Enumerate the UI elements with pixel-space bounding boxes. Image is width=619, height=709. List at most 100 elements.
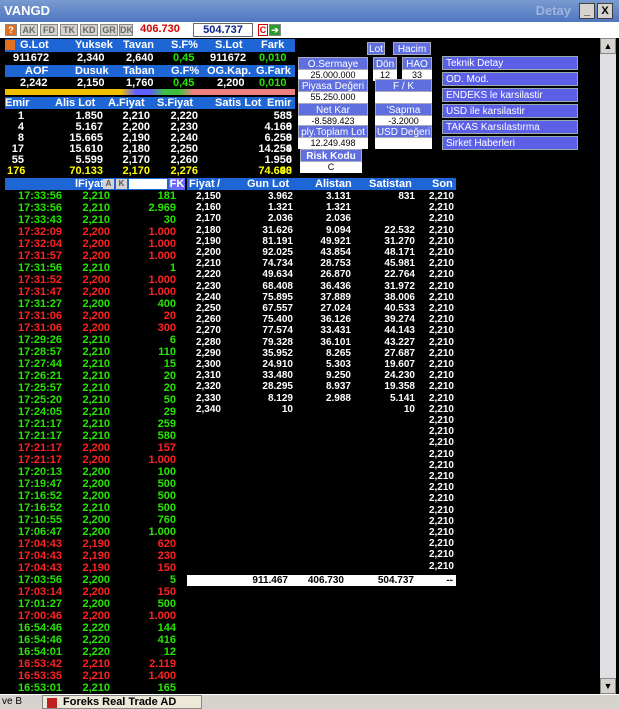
help-button[interactable]: ?	[5, 24, 17, 36]
sapma-label: 'Sapma	[375, 103, 432, 116]
menu-od-mod[interactable]: OD. Mod.	[442, 72, 578, 86]
depth-col-header: Emir	[5, 97, 30, 109]
scroll-down-icon[interactable]: ▼	[600, 678, 616, 694]
trade-lot: 50	[163, 394, 176, 406]
arrow-icon[interactable]: ➔	[269, 24, 281, 36]
trade-time: 17:00:46	[17, 610, 62, 622]
trade-row: 17:03:56 2,200 5	[6, 575, 180, 586]
c-button[interactable]: C	[258, 24, 268, 36]
dist-row: 2,210	[188, 437, 456, 448]
trade-lot: 110	[158, 346, 176, 358]
trade-time: 17:31:27	[17, 298, 62, 310]
menu-teknik-detay[interactable]: Teknik Detay	[442, 56, 578, 70]
piyasa-label: Piyasa Değeri	[298, 79, 368, 92]
tab-ak[interactable]: AK	[20, 24, 38, 36]
menu-endeks-karsilastir[interactable]: ENDEKS le karsilastir	[442, 88, 578, 102]
dist-row: 2,280 79.328 36.101 43.227 2,210	[188, 337, 456, 348]
tab-tk[interactable]: TK	[60, 24, 78, 36]
scroll-up-icon[interactable]: ▲	[600, 38, 616, 54]
trade-row: 17:26:21 2,210 20	[6, 371, 180, 382]
trade-time: 17:33:43	[17, 214, 62, 226]
dist-price: 2,150	[195, 191, 221, 202]
dist-satistan: 19.358	[384, 381, 415, 393]
dist-row: 2,230 68.408 36.436 31.972 2,210	[188, 281, 456, 292]
menu-sirket-haberleri[interactable]: Sirket Haberleri	[442, 136, 578, 150]
taskbar-app-button[interactable]: Foreks Real Trade AD	[42, 695, 202, 709]
dist-price: 2,290	[195, 347, 221, 359]
trade-time: 16:53:35	[17, 670, 62, 682]
window-title: VANGD	[4, 3, 50, 18]
trade-price: 2,210	[82, 370, 110, 382]
menu-takas-karsilastirma[interactable]: TAKAS Karsılastırma	[442, 120, 578, 134]
trade-lot: 230	[157, 550, 176, 562]
dist-price: 2,210	[195, 258, 221, 270]
dist-row: 2,160 1.321 1.321 2,210	[188, 202, 456, 213]
ply-toplam-label: ply.Toplam Lot	[298, 125, 368, 138]
tab-fd[interactable]: FD	[40, 24, 58, 36]
close-button[interactable]: X	[597, 3, 613, 19]
trade-time: 17:03:56	[17, 574, 62, 586]
trade-price: 2,210	[82, 334, 110, 346]
hacim-button[interactable]: Hacim	[393, 42, 431, 55]
dist-col-header[interactable]: Fiyat	[189, 178, 215, 190]
dist-col-header[interactable]: Gun Lot	[247, 178, 289, 190]
trade-time: 17:26:21	[17, 370, 62, 382]
summary-values-2: 2,242 2,150 1,760 0,45 2,200 0,010	[5, 77, 295, 89]
sort-k-button[interactable]: K	[116, 179, 127, 189]
sort-a-button[interactable]: A	[103, 179, 114, 189]
trade-price: 2,190	[82, 550, 110, 562]
trade-row: 17:28:57 2,210 110	[6, 347, 180, 358]
tab-dk[interactable]: DK	[119, 24, 133, 36]
dist-satistan: 19.607	[384, 359, 415, 370]
trade-lot: 259	[157, 418, 176, 430]
lot-button[interactable]: Lot	[367, 42, 385, 55]
taskbar-left-item[interactable]: ve B	[2, 696, 22, 707]
trade-row: 17:25:20 2,210 50	[6, 395, 180, 406]
menu-usd-karsilastir[interactable]: USD ile karsilastir	[442, 104, 578, 118]
trade-lot: 6	[169, 334, 176, 346]
trade-row: 17:19:47 2,200 500	[6, 479, 180, 490]
trade-price: 2,200	[82, 226, 110, 238]
tab-gr[interactable]: GR	[100, 24, 118, 36]
dist-row: 2,210	[188, 516, 456, 527]
trade-price: 2,210	[82, 382, 110, 394]
dist-row: 2,210	[188, 493, 456, 504]
trade-price: 2,210	[82, 262, 110, 274]
depth-col-header: Emir	[267, 97, 292, 109]
dist-row: 2,180 31.626 9.094 22.532 2,210	[188, 225, 456, 236]
trade-lot: 1.000	[148, 526, 176, 538]
trade-time: 17:28:57	[17, 346, 62, 358]
dist-son: 2,210	[428, 235, 454, 247]
trade-price: 2,200	[82, 442, 110, 454]
info-icon	[5, 40, 15, 50]
trade-time: 16:53:01	[17, 682, 62, 694]
trade-time: 17:32:04	[17, 238, 62, 250]
fk-button[interactable]: FK	[169, 178, 185, 190]
dist-price: 2,250	[195, 303, 221, 314]
trade-lot: 5	[169, 574, 176, 586]
detail-label[interactable]: Detay	[536, 3, 571, 18]
dist-son: 2,210	[428, 549, 454, 561]
trade-price: 2,210	[82, 346, 110, 358]
dist-alistan: 8.937	[325, 381, 351, 393]
dist-col-header[interactable]: Son	[432, 178, 453, 190]
trade-price: 2,200	[82, 514, 110, 526]
summary-value: 0,010	[259, 77, 287, 89]
dist-col-header[interactable]: Alistan	[315, 178, 352, 190]
dist-row: 2,200 92.025 43.854 48.171 2,210	[188, 247, 456, 258]
ply-toplam-value: 12.249.498	[298, 138, 368, 149]
dist-satistan: 40.533	[384, 303, 415, 314]
vertical-scrollbar[interactable]: ▲ ▼	[600, 38, 616, 694]
summary-header: S.F%	[171, 39, 198, 51]
trade-row: 17:27:44 2,210 15	[6, 359, 180, 370]
minimize-button[interactable]: _	[579, 3, 595, 19]
trades-header: lFiyat A K FK	[5, 178, 185, 190]
trade-time: 17:01:27	[17, 598, 62, 610]
dist-son: 2,210	[428, 314, 454, 326]
summary-value: 0,010	[259, 52, 287, 64]
dist-col-header[interactable]: Satistan	[369, 178, 412, 190]
trade-row: 17:04:43 2,190 620	[6, 539, 180, 550]
trade-filter-input[interactable]	[129, 179, 167, 189]
trade-lot: 580	[157, 430, 176, 442]
tab-kd[interactable]: KD	[80, 24, 98, 36]
